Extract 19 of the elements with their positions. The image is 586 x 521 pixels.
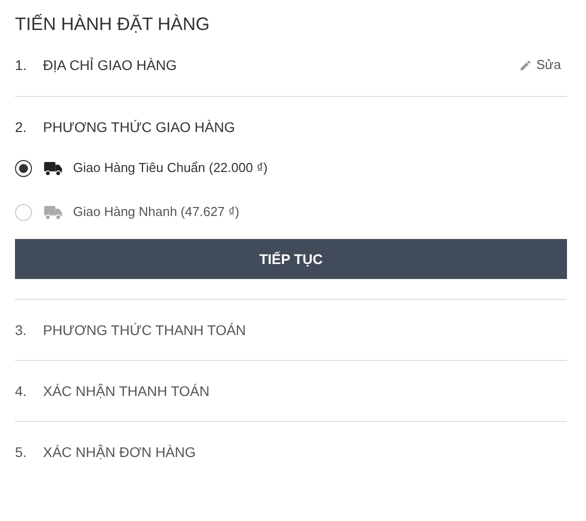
step-title: PHƯƠNG THỨC GIAO HÀNG — [43, 118, 236, 136]
step-title: XÁC NHẬN ĐƠN HÀNG — [43, 442, 196, 462]
step-number: 3. — [15, 320, 28, 340]
continue-button[interactable]: TIẾP TỤC — [15, 239, 567, 279]
shipping-option-label: Giao Hàng Tiêu Chuẩn (22.000 ₫) — [73, 159, 268, 178]
step-number: 4. — [15, 382, 28, 400]
truck-icon — [44, 204, 63, 220]
page-title: TIẾN HÀNH ĐẶT HÀNG — [15, 12, 211, 36]
edit-link[interactable]: Sửa — [519, 55, 561, 75]
step-title: PHƯƠNG THỨC THANH TOÁN — [43, 320, 246, 340]
truck-icon — [44, 160, 63, 176]
step-title: XÁC NHẬN THANH TOÁN — [43, 382, 210, 400]
pencil-icon — [519, 58, 532, 72]
step-number: 1. — [15, 56, 28, 74]
step-number: 5. — [15, 442, 28, 462]
step-number: 2. — [15, 118, 28, 136]
radio-button[interactable] — [15, 160, 32, 176]
step-title: ĐỊA CHỈ GIAO HÀNG — [43, 56, 177, 74]
shipping-option-label: Giao Hàng Nhanh (47.627 ₫) — [73, 203, 240, 222]
